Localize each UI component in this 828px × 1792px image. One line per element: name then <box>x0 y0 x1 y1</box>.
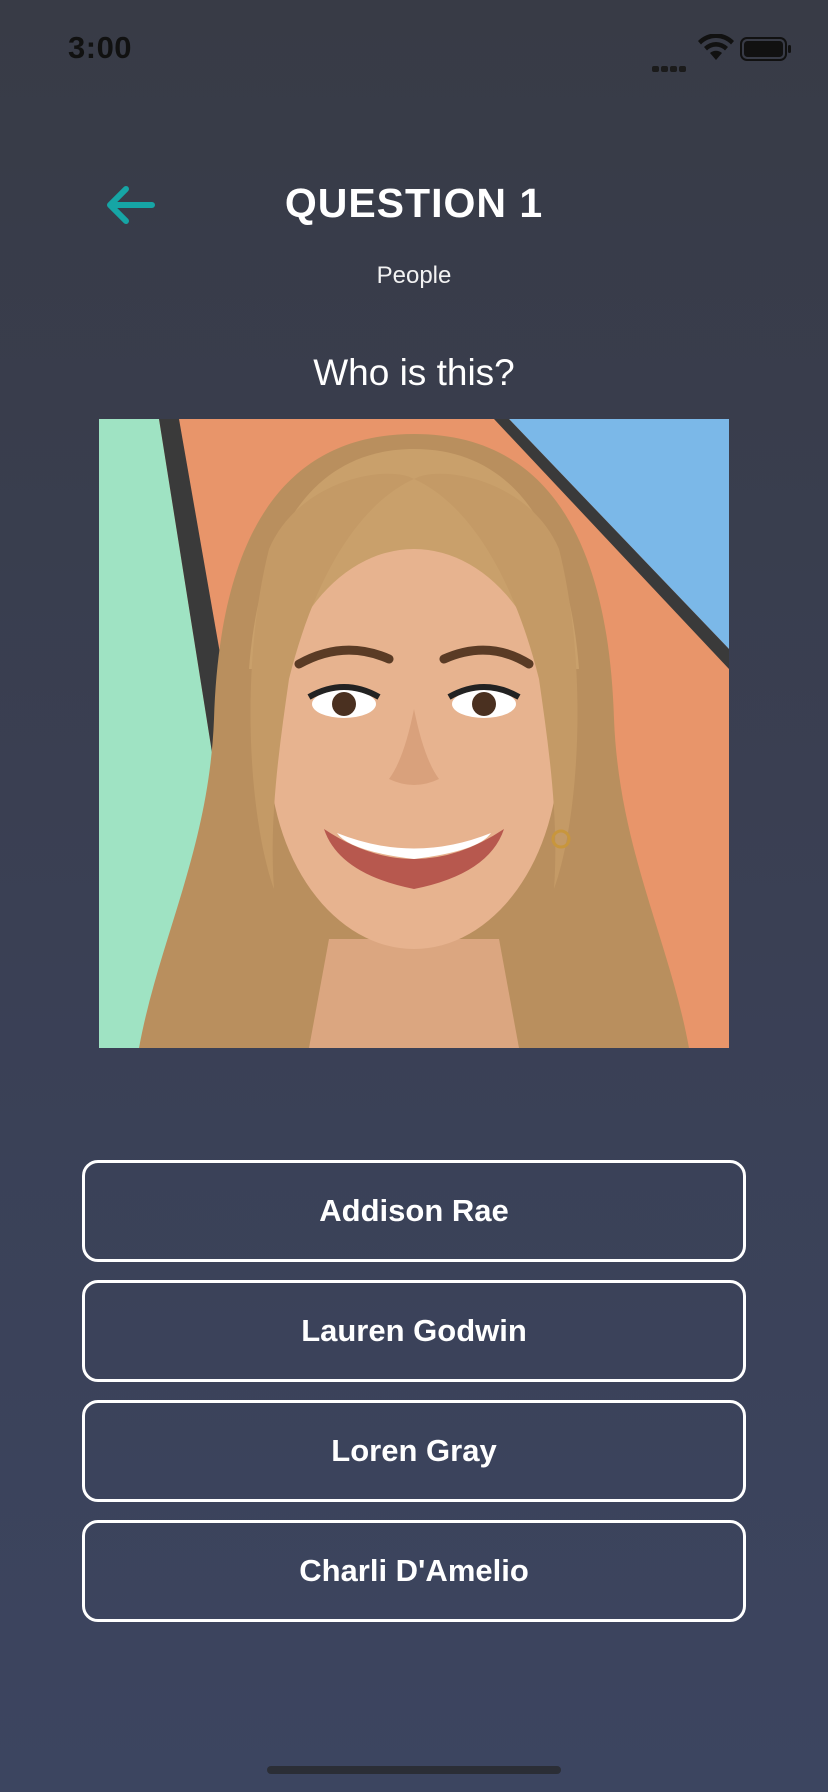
question-title: QUESTION 1 <box>284 180 544 226</box>
signal-icon <box>652 54 690 72</box>
category-label: People <box>376 262 452 289</box>
answer-option-4[interactable]: Charli D'Amelio <box>82 1520 746 1622</box>
answer-list: Addison Rae Lauren Godwin Loren Gray Cha… <box>82 1160 746 1640</box>
answer-option-2[interactable]: Lauren Godwin <box>82 1280 746 1382</box>
answer-option-1[interactable]: Addison Rae <box>82 1160 746 1262</box>
status-bar: 3:00 <box>0 0 828 100</box>
wifi-icon <box>698 34 734 60</box>
home-indicator <box>267 1766 561 1774</box>
question-photo <box>99 419 729 1048</box>
question-prompt: Who is this? <box>313 352 515 393</box>
battery-icon <box>740 37 791 61</box>
status-time: 3:00 <box>68 30 133 65</box>
answer-option-3[interactable]: Loren Gray <box>82 1400 746 1502</box>
